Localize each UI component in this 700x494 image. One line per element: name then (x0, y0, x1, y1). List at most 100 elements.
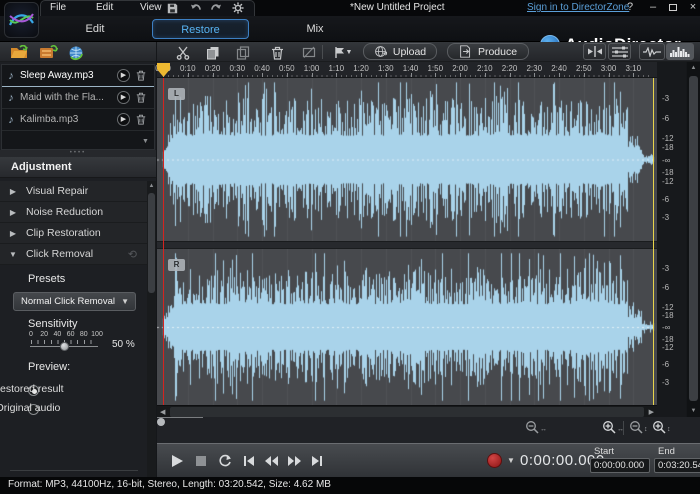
scrollbar-thumb[interactable] (170, 407, 644, 417)
db-tick-label: -12 (662, 343, 674, 353)
produce-button[interactable]: Produce (447, 43, 529, 60)
waveform-left-channel[interactable] (157, 78, 657, 241)
tab-mix[interactable]: Mix (280, 19, 350, 39)
adjustment-section-clip-restoration[interactable]: ▶ Clip Restoration (0, 223, 147, 244)
open-media-icon[interactable] (9, 44, 29, 61)
upload-button[interactable]: Upload (363, 43, 437, 60)
presets-label: Presets (28, 273, 66, 285)
marker-dropdown-icon[interactable]: ▼ (329, 44, 357, 61)
end-value[interactable]: 0:03:20.542 (654, 458, 700, 473)
fast-forward-button[interactable] (284, 452, 304, 470)
play-preview-button[interactable]: ▶ (117, 113, 130, 126)
signin-directorzone-link[interactable]: Sign in to DirectorZone (527, 2, 629, 13)
save-icon[interactable] (164, 1, 180, 15)
preview-radio-original[interactable]: Original audio (0, 400, 147, 419)
scrollbar-thumb[interactable] (148, 193, 155, 293)
scroll-up-icon[interactable]: ▲ (148, 183, 155, 189)
copy-icon[interactable] (203, 44, 223, 61)
zoom-out-vertical-icon[interactable]: ↕ (629, 420, 648, 434)
adjustment-scrollbar[interactable]: ▲ ▼ (147, 181, 156, 494)
zoom-slider[interactable] (157, 417, 203, 418)
fit-selection-button[interactable] (583, 43, 606, 60)
waveform-right-channel[interactable] (157, 249, 657, 405)
rewind-button[interactable] (261, 452, 281, 470)
start-field: Start 0:00:00.000 (590, 446, 650, 473)
expand-arrow-icon: ▶ (9, 186, 17, 196)
help-button[interactable]: ? (622, 1, 638, 14)
sensitivity-slider-handle[interactable] (60, 342, 69, 351)
db-tick-label: -6 (662, 113, 670, 123)
vertical-scrollbar[interactable]: ▲ ▼ (687, 62, 700, 417)
scrollbar-thumb[interactable] (689, 76, 698, 401)
go-to-start-button[interactable] (239, 452, 259, 470)
waveform-view-button[interactable] (639, 43, 665, 60)
zoom-out-horizontal-icon[interactable]: ↔ (525, 420, 547, 434)
record-button[interactable] (487, 453, 502, 468)
horizontal-scrollbar[interactable]: ◀ ▶ (157, 405, 657, 417)
record-options-caret[interactable]: ▼ (507, 456, 515, 465)
adjustment-panel-title: Adjustment (0, 157, 156, 178)
tab-restore[interactable]: Restore (152, 19, 249, 39)
db-tick-label: -3 (662, 93, 670, 103)
cut-icon[interactable] (173, 44, 193, 61)
go-to-end-button[interactable] (307, 452, 327, 470)
file-row[interactable]: ♪ Maid with the Fla... ▶ (2, 87, 154, 109)
remove-file-icon[interactable] (136, 114, 150, 125)
remove-file-icon[interactable] (136, 70, 150, 81)
file-list-scroll-down-icon[interactable]: ▼ (142, 138, 149, 145)
db-tick-label: -∞ (662, 323, 671, 332)
remove-file-icon[interactable] (136, 92, 150, 103)
panel-splitter[interactable]: •••• (0, 150, 156, 157)
adjustment-section-noise-reduction[interactable]: ▶ Noise Reduction (0, 202, 147, 223)
file-row[interactable]: ♪ Sleep Away.mp3 ▶ (2, 65, 154, 87)
delete-trash-icon[interactable] (267, 44, 287, 61)
ruler-tick-label: 1:10 (328, 64, 345, 73)
right-channel-badge: R (168, 259, 185, 271)
ruler-tick-label: 1:30 (377, 64, 394, 73)
zoom-in-vertical-icon[interactable]: ↕ (652, 420, 671, 434)
import-audio-icon[interactable] (38, 44, 58, 61)
playhead-line[interactable] (163, 78, 164, 405)
menu-file[interactable]: File (50, 2, 66, 13)
scroll-right-icon[interactable]: ▶ (649, 408, 654, 416)
scroll-up-icon[interactable]: ▲ (690, 65, 697, 71)
trim-icon[interactable] (299, 44, 319, 61)
timeline-ruler[interactable]: 0:000:100:200:300:400:501:001:101:201:30… (155, 62, 657, 78)
scroll-down-icon[interactable]: ▼ (690, 408, 697, 414)
db-tick-label: -18 (662, 143, 674, 153)
file-row[interactable]: ♪ Kalimba.mp3 ▶ (2, 109, 154, 131)
menu-view[interactable]: View (140, 2, 162, 13)
play-preview-button[interactable]: ▶ (117, 91, 130, 104)
preview-radio-restored[interactable]: Restored result (0, 381, 147, 400)
loop-button[interactable] (215, 452, 235, 470)
reset-icon[interactable]: ⟲ (128, 248, 137, 261)
ruler-tick-label: 3:00 (600, 64, 617, 73)
paste-icon[interactable] (233, 44, 253, 61)
redo-icon[interactable] (208, 1, 224, 15)
directorzone-globe-icon[interactable] (66, 44, 86, 61)
media-toolbar (0, 42, 156, 62)
menu-edit[interactable]: Edit (96, 2, 113, 13)
zoom-slider-handle[interactable] (157, 418, 165, 426)
start-value[interactable]: 0:00:00.000 (590, 458, 650, 473)
stop-button[interactable] (191, 452, 211, 470)
play-button[interactable] (167, 452, 187, 470)
clip-end-marker[interactable] (653, 78, 654, 405)
expand-arrow-icon: ▶ (9, 207, 17, 217)
db-tick-label: -12 (662, 134, 674, 144)
undo-icon[interactable] (188, 1, 204, 15)
maximize-button[interactable] (665, 1, 681, 14)
scroll-left-icon[interactable]: ◀ (160, 408, 165, 416)
settings-gear-icon[interactable] (230, 1, 246, 15)
minimize-button[interactable]: – (645, 1, 661, 14)
spectral-view-button[interactable] (666, 43, 694, 60)
adjustment-section-click-removal[interactable]: ▼ Click Removal ⟲ (0, 244, 147, 265)
zoom-in-horizontal-icon[interactable]: ↔ (602, 420, 624, 434)
close-button[interactable]: × (685, 1, 700, 14)
tab-edit[interactable]: Edit (60, 19, 130, 39)
channel-mixer-button[interactable] (608, 43, 631, 60)
ruler-tick-label: 0:50 (278, 64, 295, 73)
preset-dropdown[interactable]: Normal Click Removal ▼ (13, 292, 136, 311)
adjustment-section-visual-repair[interactable]: ▶ Visual Repair (0, 181, 147, 202)
play-preview-button[interactable]: ▶ (117, 69, 130, 82)
